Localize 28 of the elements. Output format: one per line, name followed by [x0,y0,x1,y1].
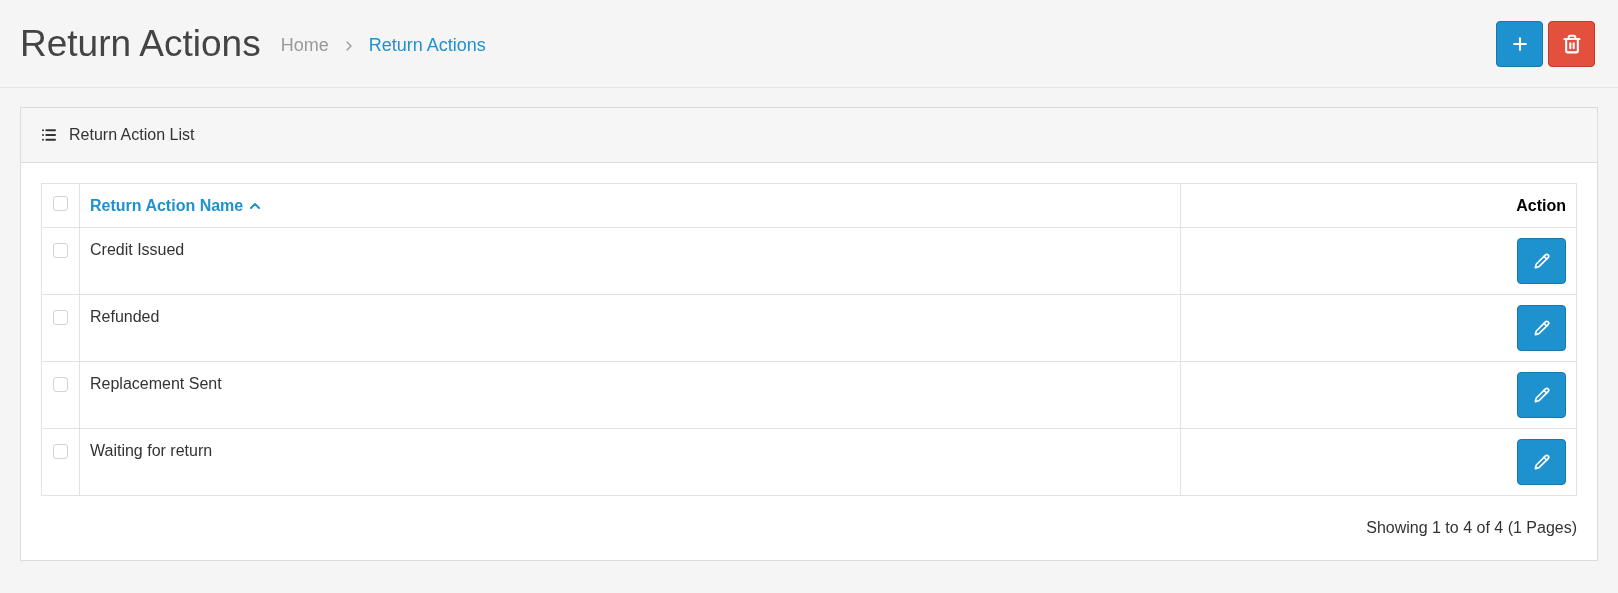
delete-button[interactable] [1548,20,1595,67]
checkbox[interactable] [53,310,68,325]
table-cell: Refunded [90,308,160,325]
pencil-icon [1533,387,1550,403]
edit-button[interactable] [1517,372,1566,418]
list-icon [41,127,57,143]
pencil-icon [1533,253,1550,269]
pencil-icon [1533,320,1550,336]
breadcrumb-link[interactable]: Return Actions [368,32,486,59]
table-cell: Waiting for return [90,442,213,459]
table-cell: Replacement Sent [90,375,222,392]
edit-button[interactable] [1517,305,1566,351]
pagination-summary: Showing 1 to 4 of 4 (1 Pages) [1366,518,1577,538]
add-button[interactable] [1496,20,1543,67]
checkbox[interactable] [53,377,68,392]
edit-button[interactable] [1517,238,1566,284]
edit-button[interactable] [1517,439,1566,485]
breadcrumb-link[interactable]: Home [280,32,329,59]
checkbox[interactable] [53,243,68,258]
checkbox[interactable] [53,195,68,211]
page-title: Return Actions [20,25,261,62]
pencil-icon [1533,454,1550,470]
column-header[interactable]: Return Action Name [90,193,264,218]
table-cell: Credit Issued [90,241,185,258]
column-header: Action [1516,195,1566,216]
checkbox[interactable] [53,444,68,459]
panel-title: Return Action List [69,125,195,145]
trash-icon [1561,33,1582,54]
